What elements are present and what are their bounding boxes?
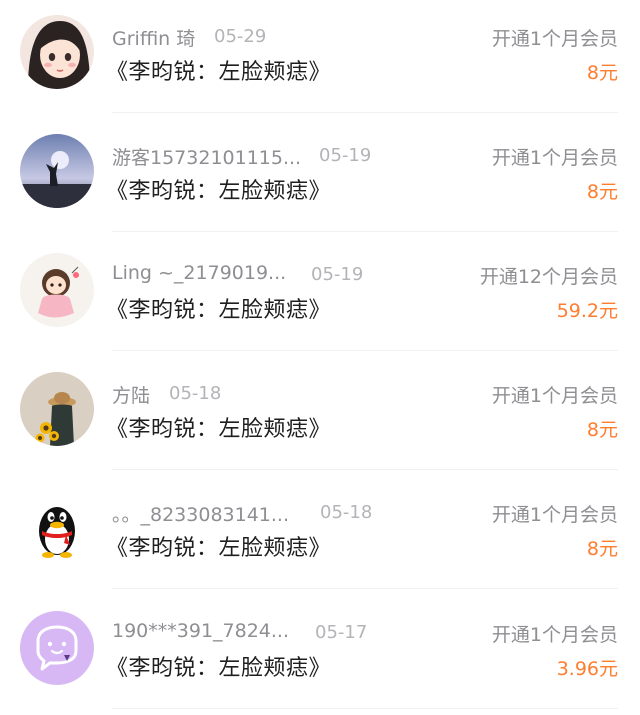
purchase-title[interactable]: 《李昀锐：左脸颊痣》 [106, 54, 331, 86]
purchase-date: 05-18 [169, 383, 222, 404]
purchase-title[interactable]: 《李昀锐：左脸颊痣》 [106, 411, 331, 443]
purchase-price: 8元 [586, 62, 618, 84]
row-divider [112, 469, 618, 470]
purchase-date: 05-18 [320, 502, 373, 523]
row-divider [112, 231, 618, 232]
purchase-record-row[interactable]: Griffin 琦 05-29 《李昀锐：左脸颊痣》 开通1个月会员 8元 [0, 0, 640, 119]
purchase-title[interactable]: 《李昀锐：左脸颊痣》 [106, 650, 331, 682]
purchase-record-row[interactable]: 方陆 05-18 《李昀锐：左脸颊痣》 开通1个月会员 8元 [0, 357, 640, 476]
purchase-price: 59.2元 [556, 300, 618, 322]
sunflower-hat-person-avatar-icon[interactable] [20, 372, 94, 446]
membership-plan: 开通1个月会员 [491, 385, 618, 407]
user-name: 游客15732101115... [112, 147, 302, 169]
membership-plan: 开通1个月会员 [491, 28, 618, 50]
user-name: Griffin 琦 [112, 28, 196, 50]
membership-plan: 开通12个月会员 [479, 266, 618, 288]
purchase-price: 3.96元 [556, 658, 618, 680]
purchase-date: 05-19 [319, 145, 372, 166]
girl-illustration-avatar-icon[interactable] [20, 15, 94, 89]
purchase-title[interactable]: 《李昀锐：左脸颊痣》 [106, 530, 331, 562]
purchase-record-row[interactable]: 游客15732101115... 05-19 《李昀锐：左脸颊痣》 开通1个月会… [0, 119, 640, 238]
user-name: Ling ~_2179019... [112, 262, 287, 284]
cartoon-girl-avatar-icon[interactable] [20, 253, 94, 327]
membership-plan: 开通1个月会员 [491, 624, 618, 646]
purchase-date: 05-19 [311, 264, 364, 285]
purchase-price: 8元 [586, 181, 618, 203]
purchase-price: 8元 [586, 419, 618, 441]
sunset-person-photo-avatar-icon[interactable] [20, 134, 94, 208]
purchase-title[interactable]: 《李昀锐：左脸颊痣》 [106, 292, 331, 324]
purchase-title[interactable]: 《李昀锐：左脸颊痣》 [106, 173, 331, 205]
row-divider [112, 350, 618, 351]
membership-plan: 开通1个月会员 [491, 147, 618, 169]
chat-bubble-default-avatar-icon[interactable] [20, 611, 94, 685]
qq-penguin-avatar-icon[interactable] [20, 491, 94, 565]
purchase-record-row[interactable]: 。。_8233083141... 05-18 《李昀锐：左脸颊痣》 开通1个月会… [0, 476, 640, 595]
user-name: 190***391_7824... [112, 620, 290, 642]
user-name: 方陆 [112, 385, 151, 407]
purchase-price: 8元 [586, 538, 618, 560]
purchase-date: 05-17 [315, 622, 368, 643]
purchase-date: 05-29 [214, 26, 267, 47]
user-name: 。。_8233083141... [112, 504, 290, 526]
purchase-record-row[interactable]: Ling ~_2179019... 05-19 《李昀锐：左脸颊痣》 开通12个… [0, 238, 640, 357]
membership-plan: 开通1个月会员 [491, 504, 618, 526]
row-divider [112, 112, 618, 113]
row-divider [112, 588, 618, 589]
purchase-record-row[interactable]: 190***391_7824... 05-17 《李昀锐：左脸颊痣》 开通1个月… [0, 596, 640, 715]
purchase-record-list: Griffin 琦 05-29 《李昀锐：左脸颊痣》 开通1个月会员 8元 游客… [0, 0, 640, 709]
